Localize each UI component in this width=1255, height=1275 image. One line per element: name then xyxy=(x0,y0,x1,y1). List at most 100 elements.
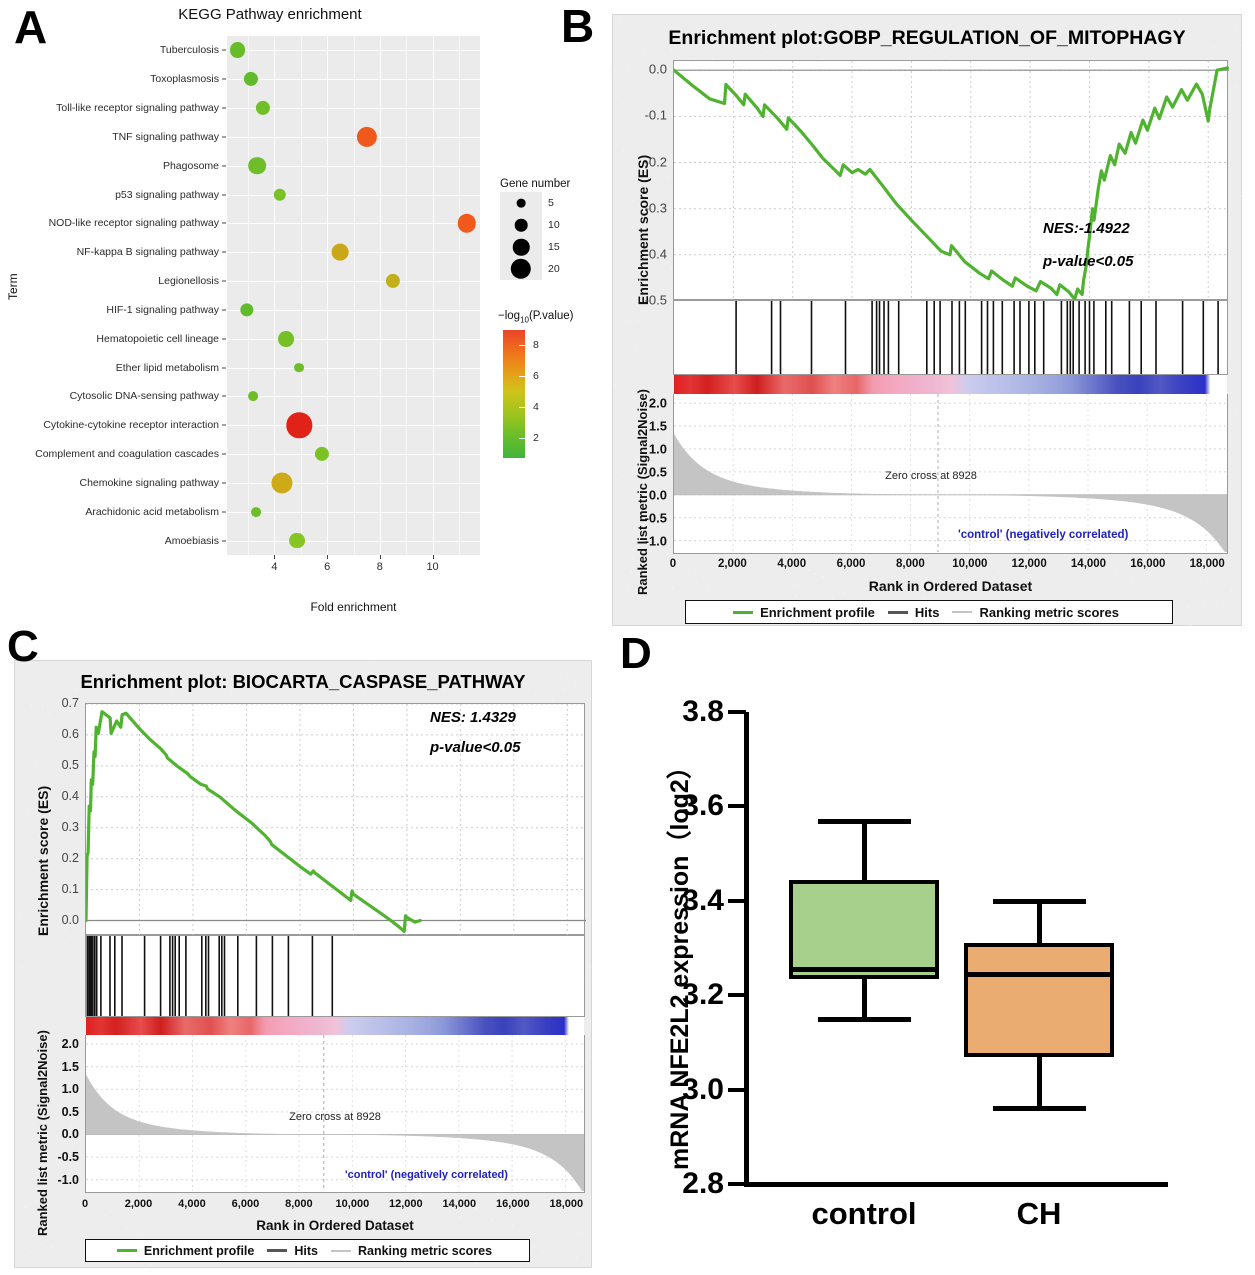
y-tick-mark xyxy=(728,1182,746,1186)
gridline-vertical-minor xyxy=(354,36,355,555)
legend-ranking-label: Ranking metric scores xyxy=(358,1244,492,1258)
size-legend-row: 10 xyxy=(500,214,590,236)
es-tick-label: 0.1 xyxy=(33,882,79,896)
panel-a-x-axis-title: Fold enrichment xyxy=(227,600,480,614)
x-tick-label: 4 xyxy=(271,561,277,573)
enrichment-dot xyxy=(248,391,258,401)
size-legend-circle xyxy=(515,219,528,232)
x-tick-label: 2,000 xyxy=(125,1198,153,1210)
term-tick xyxy=(222,194,226,195)
boxplot-box xyxy=(789,880,939,979)
term-label: HIF-1 signaling pathway xyxy=(106,304,219,316)
panel-b-negative-correlation-label: 'control' (negatively correlated) xyxy=(958,529,1128,541)
term-tick xyxy=(222,108,226,109)
panel-b-nes-label: NES:-1.4922 xyxy=(1043,220,1130,237)
x-tick-label: 18,000 xyxy=(1190,558,1225,570)
panel-b-hit-marks xyxy=(674,301,1227,374)
panel-c-hits-strip xyxy=(85,935,585,1017)
whisker-lower xyxy=(862,979,867,1019)
x-tick-label: 14,000 xyxy=(443,1198,477,1210)
y-tick-mark xyxy=(728,1088,746,1092)
term-label: Ether lipid metabolism xyxy=(116,362,219,374)
panel-letter-c: C xyxy=(7,625,39,669)
term-tick xyxy=(222,165,226,166)
panel-a-y-axis-title: Term xyxy=(6,273,20,300)
gridline-vertical-minor xyxy=(301,36,302,555)
legend-enrichment-line xyxy=(733,611,753,614)
gridline-vertical-minor xyxy=(406,36,407,555)
term-tick xyxy=(222,482,226,483)
panel-a-size-legend-title: Gene number xyxy=(500,178,570,190)
legend-ranking-line xyxy=(952,611,972,613)
term-label: TNF signaling pathway xyxy=(112,131,219,143)
panel-c-negative-correlation-label: 'control' (negatively correlated) xyxy=(345,1169,508,1181)
panel-b-title: Enrichment plot:GOBP_REGULATION_OF_MITOP… xyxy=(613,27,1241,50)
metric-tick-label: 1.0 xyxy=(621,441,667,456)
legend-hits-label: Hits xyxy=(915,605,940,620)
y-tick-mark xyxy=(728,899,746,903)
term-tick xyxy=(222,281,226,282)
panel-letter-d: D xyxy=(620,632,652,676)
enrichment-dot xyxy=(289,533,305,549)
panel-b-es-plot xyxy=(673,60,1228,300)
size-legend-row: 20 xyxy=(500,258,590,280)
es-tick-label: -0.4 xyxy=(621,246,667,261)
panel-b-correlation-gradient xyxy=(674,375,1227,394)
size-legend-label: 20 xyxy=(548,263,560,275)
color-legend-tick-mark xyxy=(519,438,525,439)
x-tick-label: 0 xyxy=(670,558,676,570)
term-label: Cytokine-cytokine receptor interaction xyxy=(43,419,219,431)
panel-b-pvalue-label: p-value<0.05 xyxy=(1043,253,1133,270)
legend-enrichment-label: Enrichment profile xyxy=(760,605,875,620)
panel-a-size-legend: 5 10 15 20 xyxy=(500,192,590,280)
whisker-lower xyxy=(1037,1057,1042,1109)
term-label: Toll-like receptor signaling pathway xyxy=(56,102,219,114)
size-legend-label: 15 xyxy=(548,241,560,253)
enrichment-dot xyxy=(230,42,246,58)
es-tick-label: -0.2 xyxy=(621,154,667,169)
color-legend-tick-label: 2 xyxy=(533,432,539,444)
panel-d-boxplot: D mRNA NFE2L2 expression（log2） 3.8 3.6 3.4… xyxy=(612,630,1255,1275)
term-tick xyxy=(222,396,226,397)
size-legend-label: 10 xyxy=(548,219,560,231)
term-tick xyxy=(222,425,226,426)
enrichment-dot xyxy=(278,331,294,347)
y-tick-label: 3.0 xyxy=(628,1073,724,1107)
es-tick-label: 0.4 xyxy=(33,789,79,803)
color-legend-tick-mark xyxy=(519,376,525,377)
term-label: Tuberculosis xyxy=(160,44,219,56)
panel-b-hits-strip xyxy=(673,300,1228,375)
term-label: Phagosome xyxy=(163,160,219,172)
x-tick-label: 4,000 xyxy=(178,1198,206,1210)
panel-c-zero-cross-label: Zero cross at 8928 xyxy=(289,1111,381,1123)
x-tick-label: 10,000 xyxy=(336,1198,370,1210)
metric-tick-label: -0.5 xyxy=(33,1150,79,1164)
term-label: p53 signaling pathway xyxy=(115,189,219,201)
panel-c-es-plot xyxy=(85,703,585,935)
metric-tick-label: 0.0 xyxy=(33,1127,79,1141)
x-tick-label: 0 xyxy=(82,1198,88,1210)
whisker-cap-lower xyxy=(993,1106,1086,1111)
x-tick-mark xyxy=(433,555,434,559)
metric-tick-label: 0.5 xyxy=(621,464,667,479)
x-tick-label: 16,000 xyxy=(1130,558,1165,570)
x-tick-mark xyxy=(380,555,381,559)
x-tick-label: 2,000 xyxy=(718,558,747,570)
metric-tick-label: 0.0 xyxy=(621,487,667,502)
y-tick-mark xyxy=(728,804,746,808)
x-tick-label: 10,000 xyxy=(952,558,987,570)
color-legend-tick-label: 8 xyxy=(533,339,539,351)
gridline-vertical-minor xyxy=(248,36,249,555)
legend-ranking-line xyxy=(331,1250,351,1252)
y-tick-mark xyxy=(728,993,746,997)
x-tick-label: 16,000 xyxy=(496,1198,530,1210)
gridline-vertical-major xyxy=(327,36,328,555)
x-tick-label: 10 xyxy=(426,561,438,573)
panel-a-color-legend-title: −log10(P.value) xyxy=(498,310,574,324)
y-tick-label: 3.2 xyxy=(628,978,724,1012)
size-legend-circle xyxy=(517,199,526,208)
panel-d-y-axis xyxy=(744,712,749,1186)
term-tick xyxy=(222,511,226,512)
panel-c-pvalue-label: p-value<0.05 xyxy=(430,739,520,756)
metric-tick-label: 1.5 xyxy=(621,419,667,434)
